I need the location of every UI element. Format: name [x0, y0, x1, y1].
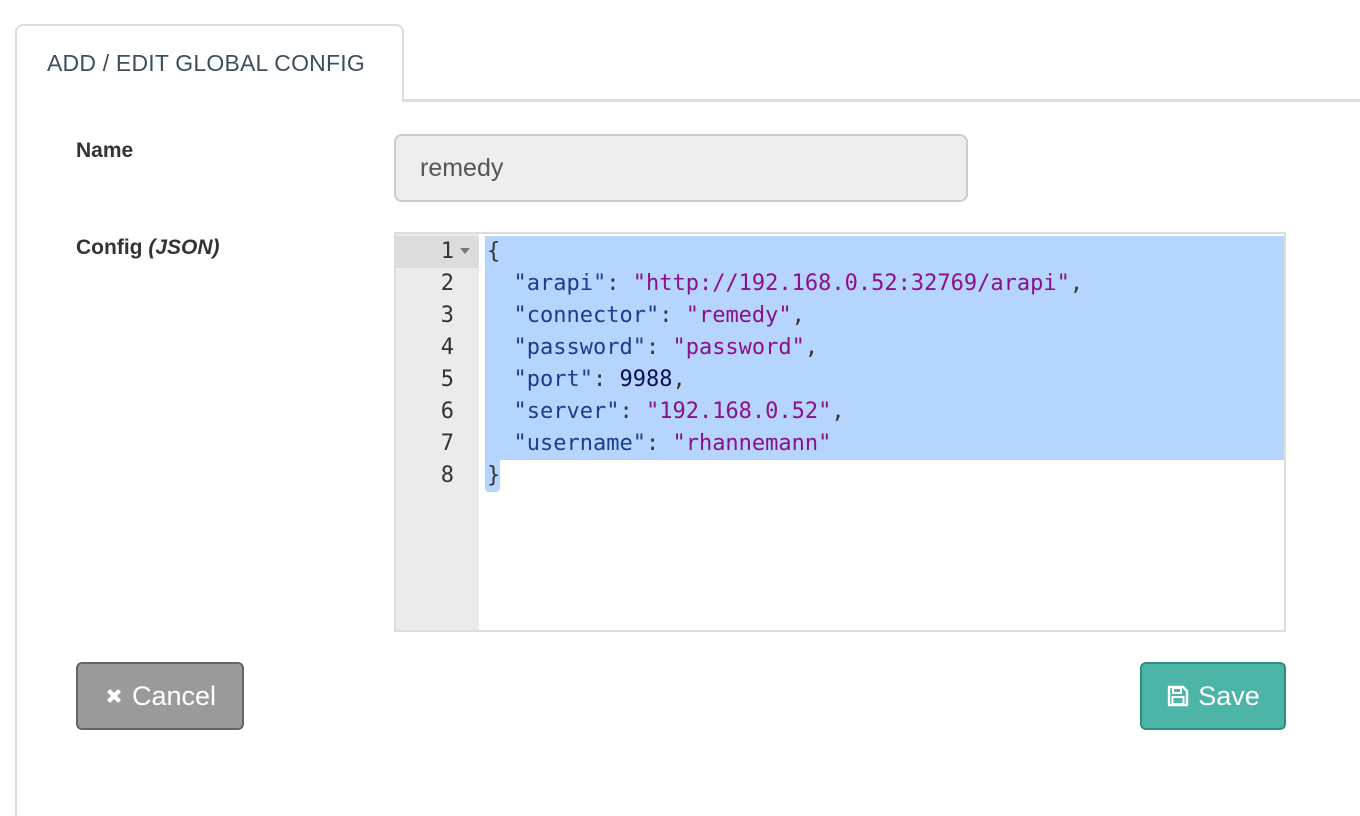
floppy-disk-icon: [1166, 684, 1190, 708]
code-token: "remedy": [685, 303, 792, 328]
code-token: ,: [791, 303, 805, 328]
code-line: }: [487, 460, 500, 492]
code-line: "server": "192.168.0.52",: [487, 396, 845, 428]
code-token: :: [619, 399, 646, 424]
code-line: "arapi": "http://192.168.0.52:32769/arap…: [487, 268, 1084, 300]
code-token: :: [659, 303, 686, 328]
code-token: "connector": [513, 303, 660, 328]
code-token: ,: [831, 399, 845, 424]
code-token: "rhannemann": [672, 431, 832, 456]
code-token: ,: [804, 335, 819, 360]
name-label: Name: [76, 139, 134, 162]
code-token: :: [645, 431, 673, 456]
config-label: Config (JSON): [76, 236, 220, 260]
code-token: 9988: [619, 367, 673, 392]
config-label-text: Config: [76, 236, 143, 259]
line-number: 8: [440, 463, 454, 488]
code-line: "port": 9988,: [487, 364, 686, 396]
json-code-editor[interactable]: 1 2 3 4 5 6 7 8 { "arapi": "http://192.168.0.52…: [394, 232, 1286, 632]
code-token: "password": [672, 335, 805, 360]
code-token: {: [487, 239, 501, 264]
line-number: 4: [440, 335, 454, 360]
close-icon: [104, 686, 124, 706]
line-number: 3: [440, 303, 454, 328]
save-button-label: Save: [1198, 680, 1260, 711]
global-config-page: ADD / EDIT GLOBAL CONFIG Name Config (JS…: [0, 0, 1360, 816]
save-button[interactable]: Save: [1140, 662, 1286, 730]
cancel-button-label: Cancel: [131, 680, 217, 711]
code-token: "username": [513, 431, 646, 456]
code-token: ,: [1069, 271, 1084, 296]
code-token: :: [606, 271, 633, 296]
code-token: }: [487, 463, 501, 488]
line-number: 2: [440, 271, 454, 296]
tab-divider: [403, 99, 1360, 102]
code-token: :: [592, 367, 620, 392]
code-line: "username": "rhannemann": [487, 428, 832, 460]
code-token: "port": [513, 367, 593, 392]
tab-label: ADD / EDIT GLOBAL CONFIG: [47, 50, 365, 76]
code-token: "server": [513, 399, 620, 424]
cancel-button[interactable]: Cancel: [76, 662, 244, 730]
code-line: {: [487, 236, 500, 268]
code-line: "password": "password",: [487, 332, 819, 364]
code-line: "connector": "remedy",: [487, 300, 805, 332]
code-token: "192.168.0.52": [645, 399, 832, 424]
fold-arrow-icon[interactable]: [460, 248, 470, 254]
config-label-suffix: (JSON): [148, 236, 220, 259]
line-number: 1: [440, 239, 454, 264]
editor-gutter: 1 2 3 4 5 6 7 8: [396, 234, 479, 630]
code-token: "arapi": [513, 271, 607, 296]
name-input[interactable]: [394, 134, 968, 202]
line-number: 6: [440, 399, 454, 424]
line-number: 5: [440, 367, 454, 392]
code-token: "http://192.168.0.52:32769/arapi": [632, 271, 1070, 296]
code-token: ,: [672, 367, 686, 392]
line-number: 7: [440, 431, 454, 456]
tab-add-edit-global-config[interactable]: ADD / EDIT GLOBAL CONFIG: [15, 24, 404, 102]
code-token: "password": [513, 335, 646, 360]
code-token: :: [645, 335, 673, 360]
